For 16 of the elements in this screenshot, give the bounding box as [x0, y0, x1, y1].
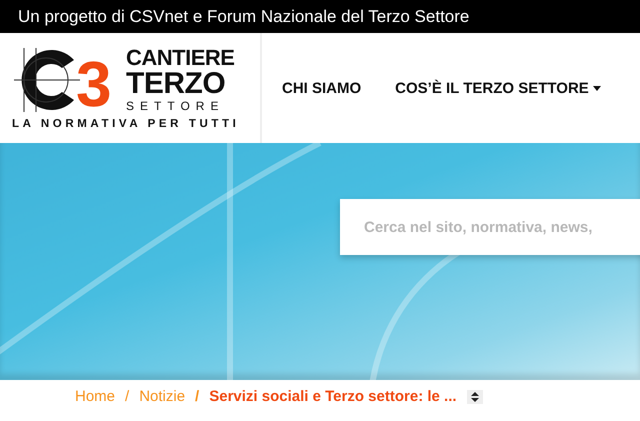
nav-link[interactable]: CHI SIAMO: [282, 80, 362, 96]
logo-tagline: LA NORMATIVA PER TUTTI: [12, 118, 240, 130]
breadcrumb-link[interactable]: Servizi sociali e Terzo settore: le ...: [209, 388, 457, 405]
logo-text: TERZO: [126, 69, 226, 99]
breadcrumb-separator: /: [195, 388, 200, 405]
top-bar-text: Un progetto di CSVnet e Forum Nazionale del Terzo Settore: [18, 6, 470, 26]
logo-text: CANTIERE: [126, 47, 234, 69]
logo-mark: 3: [76, 54, 112, 114]
breadcrumb-separator: /: [125, 388, 130, 405]
breadcrumb-link[interactable]: Notizie: [139, 388, 186, 405]
caret-icon: [592, 86, 601, 90]
nav-link[interactable]: COS’È IL TERZO SETTORE: [395, 80, 601, 96]
search-field[interactable]: Cerca nel sito, normativa, news,: [340, 199, 640, 255]
breadcrumb-link[interactable]: Home: [75, 388, 116, 405]
sort-icon: [466, 390, 483, 404]
logo-text: SETTORE: [126, 99, 226, 113]
